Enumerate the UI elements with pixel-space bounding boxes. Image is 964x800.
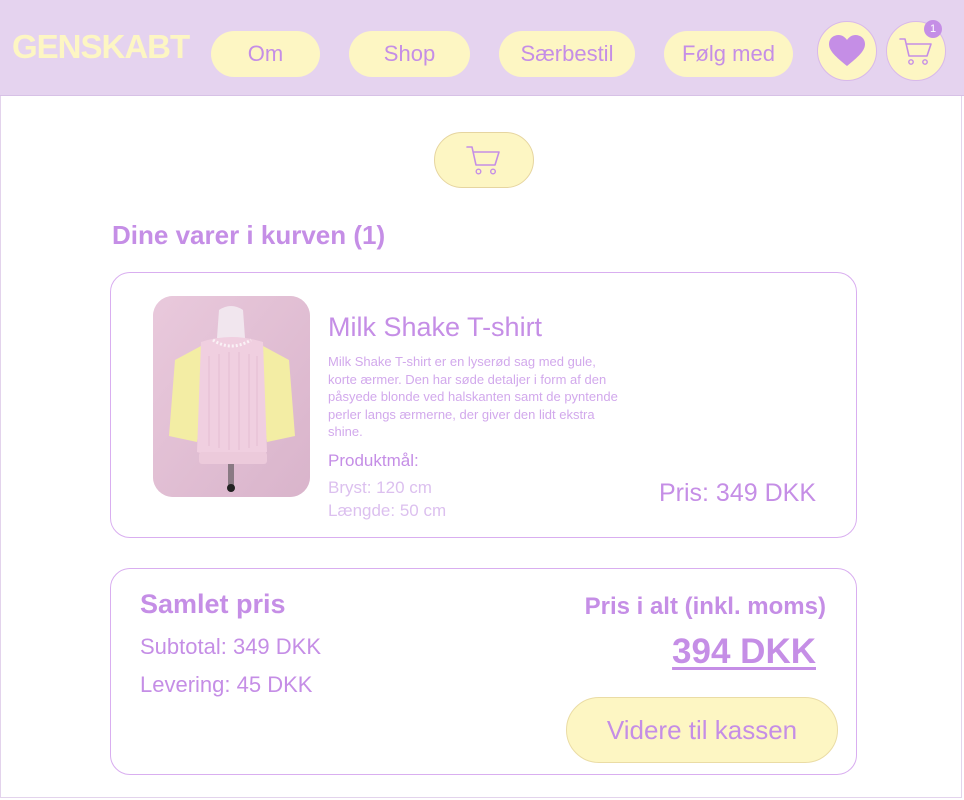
nav-foelg-med[interactable]: Følg med [664,31,793,77]
header-cart-button[interactable]: 1 [886,20,946,81]
checkout-button[interactable]: Videre til kassen [566,697,838,763]
cart-toggle-button[interactable] [434,132,534,188]
brand-logo[interactable]: GENSKABT [12,28,190,66]
nav-shop[interactable]: Shop [349,31,470,77]
product-image[interactable] [153,296,310,497]
site-header: GENSKABT Om Shop Særbestil Følg med 1 [0,0,964,96]
cart-item-card: Milk Shake T-shirt Milk Shake T-shirt er… [110,272,857,538]
product-description: Milk Shake T-shirt er en lyserød sag med… [328,354,618,440]
nav-saerbestil[interactable]: Særbestil [499,31,635,77]
product-price: Pris: 349 DKK [658,479,816,507]
summary-delivery: Levering: 45 DKK [140,672,313,697]
favorites-button[interactable] [817,21,877,81]
tshirt-photo [153,296,310,497]
summary-title: Samlet pris [140,589,286,619]
product-length: Længde: 50 cm [328,501,447,520]
summary-subtotal: Subtotal: 349 DKK [140,634,322,659]
product-dimensions-title: Produktmål: [328,451,419,470]
product-name[interactable]: Milk Shake T-shirt [328,312,542,343]
cart-icon [466,146,500,175]
cart-count-badge: 1 [924,20,942,38]
nav-om[interactable]: Om [211,31,320,77]
total-value: 394 DKK [672,632,816,671]
total-label: Pris i alt (inkl. moms) [584,593,826,620]
heart-icon [829,35,865,66]
cart-heading: Dine varer i kurven (1) [112,220,386,250]
product-chest: Bryst: 120 cm [328,478,432,497]
order-summary-card: Samlet pris Subtotal: 349 DKK Levering: … [110,568,857,775]
cart-icon [899,38,932,65]
